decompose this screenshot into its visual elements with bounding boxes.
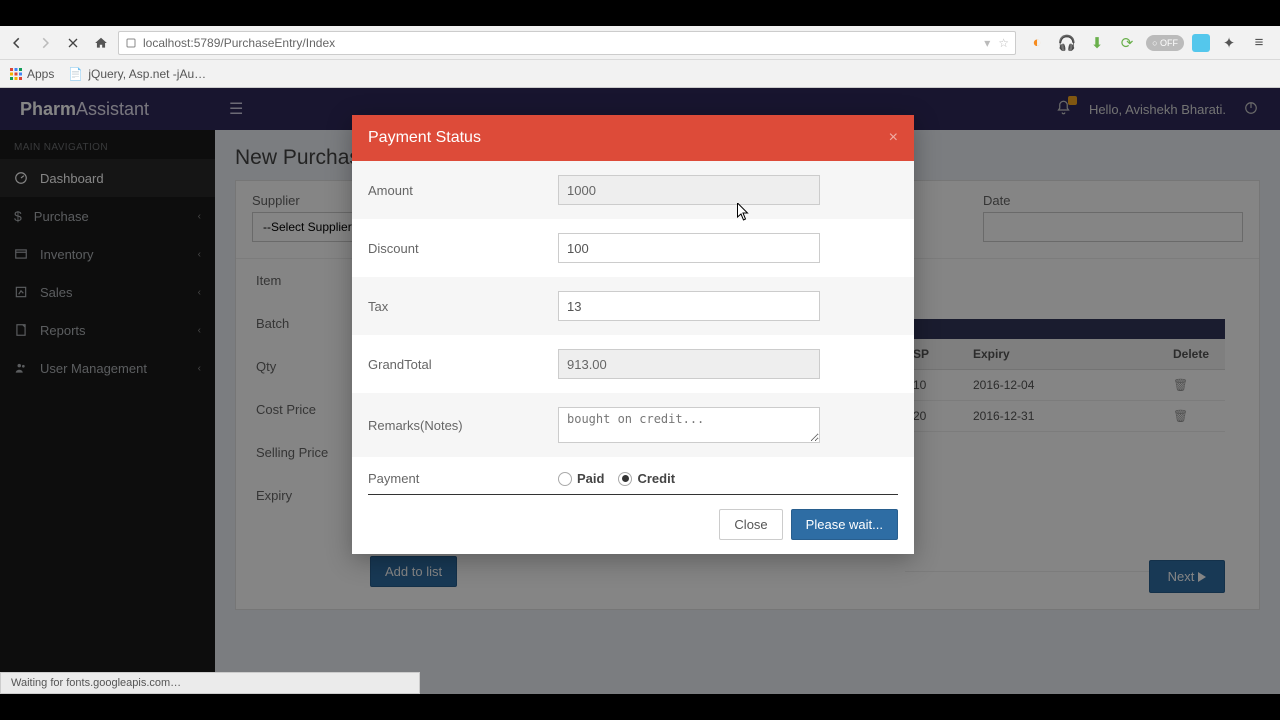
ext-icon-1[interactable]: ◐ xyxy=(1026,32,1048,54)
payment-status-modal: Payment Status × Amount Discount Tax Gra… xyxy=(352,115,914,554)
remarks-label: Remarks(Notes) xyxy=(368,418,558,433)
browser-status-bar: Waiting for fonts.googleapis.com… xyxy=(0,672,420,694)
grandtotal-input xyxy=(558,349,820,379)
close-button[interactable]: Close xyxy=(719,509,782,540)
menu-icon[interactable]: ≡ xyxy=(1248,32,1270,54)
star-icon[interactable]: ☆ xyxy=(998,36,1009,50)
stop-icon[interactable] xyxy=(62,32,84,54)
payment-label: Payment xyxy=(368,471,558,486)
discount-input[interactable] xyxy=(558,233,820,263)
grandtotal-label: GrandTotal xyxy=(368,357,558,372)
dropdown-icon[interactable]: ▾ xyxy=(984,36,990,50)
payment-paid-radio[interactable]: Paid xyxy=(558,471,604,486)
ext-icon-4[interactable]: ⟳ xyxy=(1116,32,1138,54)
apps-bookmark[interactable]: Apps xyxy=(10,67,54,81)
submit-button[interactable]: Please wait... xyxy=(791,509,898,540)
amount-input xyxy=(558,175,820,205)
ext-icon-6[interactable]: ✦ xyxy=(1218,32,1240,54)
url-text: localhost:5789/PurchaseEntry/Index xyxy=(143,36,335,50)
home-icon[interactable] xyxy=(90,32,112,54)
back-icon[interactable] xyxy=(6,32,28,54)
browser-toolbar: localhost:5789/PurchaseEntry/Index ▾ ☆ ◐… xyxy=(0,26,1280,60)
payment-credit-radio[interactable]: Credit xyxy=(618,471,675,486)
ext-toggle[interactable]: ○ OFF xyxy=(1146,35,1184,51)
discount-label: Discount xyxy=(368,241,558,256)
amount-label: Amount xyxy=(368,183,558,198)
modal-title: Payment Status xyxy=(368,129,481,147)
ext-icon-5[interactable] xyxy=(1192,34,1210,52)
jquery-bookmark[interactable]: 📄 jQuery, Asp.net -jAu… xyxy=(68,67,206,81)
ext-icon-2[interactable]: 🎧 xyxy=(1056,32,1078,54)
close-icon[interactable]: × xyxy=(889,129,898,147)
ext-icon-3[interactable]: ⬇ xyxy=(1086,32,1108,54)
forward-icon[interactable] xyxy=(34,32,56,54)
browser-bookmarks: Apps 📄 jQuery, Asp.net -jAu… xyxy=(0,60,1280,88)
url-bar[interactable]: localhost:5789/PurchaseEntry/Index ▾ ☆ xyxy=(118,31,1016,55)
tax-input[interactable] xyxy=(558,291,820,321)
remarks-textarea[interactable] xyxy=(558,407,820,443)
tax-label: Tax xyxy=(368,299,558,314)
